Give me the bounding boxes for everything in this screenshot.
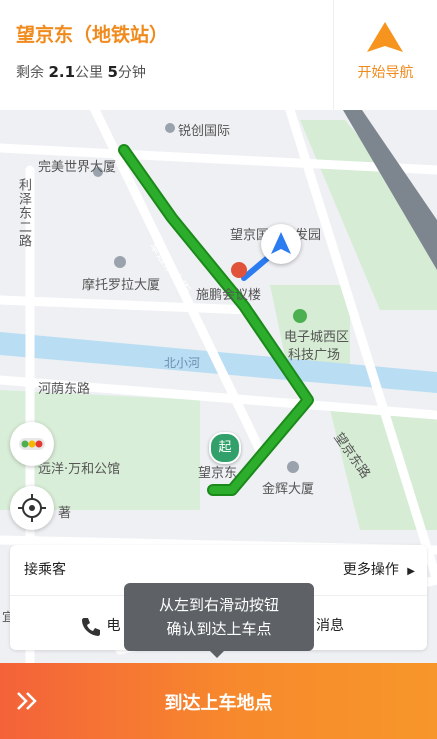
map-label-dianzi: 电子城西区 [284, 330, 350, 345]
map-label-keji: 科技广场 [288, 348, 341, 363]
trip-header: 望京东（地铁站） 剩余 2.1公里 5分钟 开始导航 [0, 0, 437, 110]
distance-unit: 公里 [75, 65, 104, 81]
more-actions-button[interactable]: 更多操作 ▶ [343, 559, 415, 579]
destination-title: 望京东（地铁站） [16, 24, 169, 46]
map-label-fragment-zhu: 著 [58, 506, 72, 521]
navigation-arrow-icon [367, 22, 403, 52]
time-unit: 分钟 [117, 65, 146, 81]
distance-value: 2.1 [48, 63, 76, 81]
arrive-pickup-label: 到达上车地点 [164, 693, 273, 714]
locate-crosshair-icon [18, 494, 46, 522]
tooltip-line-2: 确认到达上车点 [166, 620, 272, 638]
caret-right-icon: ▶ [407, 566, 415, 577]
map-label-shipeng: 施鹏会议楼 [196, 288, 262, 303]
map-label-wangjingdong: 望京东 [198, 466, 238, 481]
map-label-wanmei: 完美世界大厦 [38, 160, 117, 175]
start-marker-label: 起 [218, 440, 232, 455]
map-label-beixiaohe: 北小河 [164, 356, 201, 370]
map-label-ruichuang: 锐创国际 [178, 124, 231, 139]
current-location-marker [261, 224, 301, 264]
traffic-toggle-button[interactable] [10, 422, 54, 466]
map-label-jinhui: 金辉大厦 [262, 482, 315, 497]
tooltip-line-1: 从左到右滑动按钮 [158, 596, 279, 614]
swipe-hint-tooltip: 从左到右滑动按钮 确认到达上车点 [124, 583, 314, 658]
pickup-card-title: 接乘客 [24, 562, 66, 578]
phone-icon [82, 618, 100, 636]
map-label-heyin: 河荫东路 [38, 382, 91, 397]
location-arrow-icon [271, 232, 291, 254]
map-label-lize: 利泽东二路 [16, 178, 31, 248]
call-button[interactable]: 电 [80, 615, 120, 637]
arrive-pickup-slider[interactable]: 到达上车地点 [0, 663, 437, 739]
tooltip-pointer [210, 651, 224, 658]
remaining-summary: 剩余 2.1公里 5分钟 [16, 62, 146, 82]
remain-prefix: 剩余 [16, 65, 44, 81]
call-label: 电 [106, 618, 121, 634]
message-button[interactable]: 消息 [316, 615, 344, 635]
map-label-motorola: 摩托罗拉大厦 [82, 278, 161, 293]
pickup-start-marker[interactable]: 起 [209, 432, 241, 464]
traffic-light-icon [19, 438, 45, 450]
start-navigation-label: 开始导航 [357, 65, 414, 81]
more-actions-label: 更多操作 [342, 562, 399, 578]
locate-me-button[interactable] [10, 486, 54, 530]
start-navigation-button[interactable]: 开始导航 [334, 0, 437, 110]
time-value: 5 [107, 63, 118, 81]
message-label: 消息 [316, 618, 344, 634]
